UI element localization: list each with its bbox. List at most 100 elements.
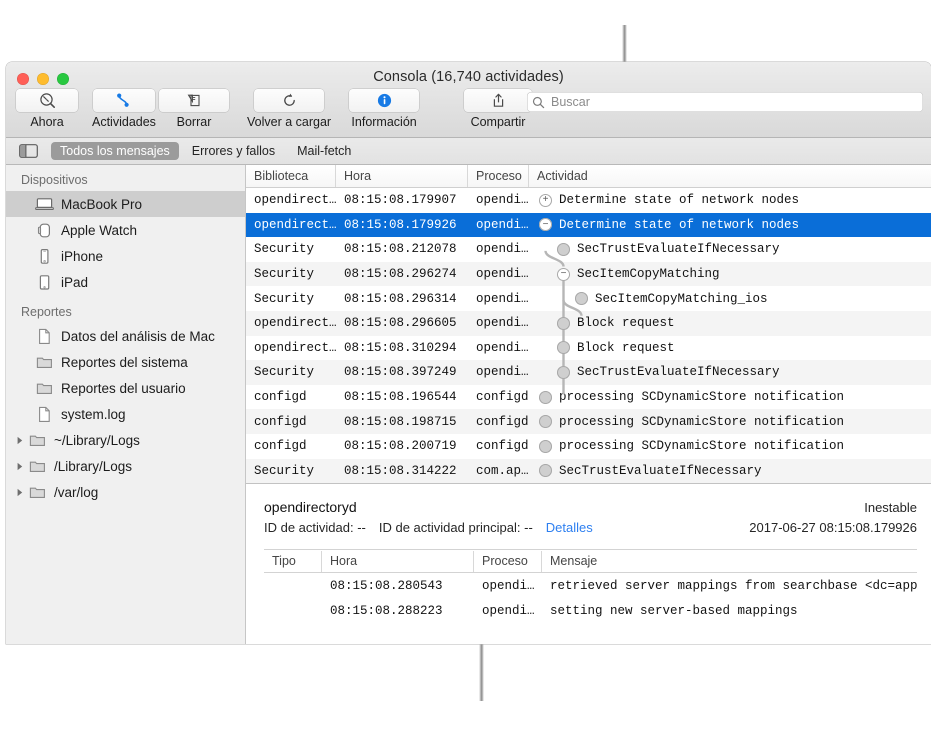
activity-node[interactable] (539, 390, 552, 404)
sidebar-item-apple-watch[interactable]: Apple Watch (6, 217, 245, 243)
cell-actividad: − SecItemCopyMatching (529, 262, 931, 287)
toolbar-item-borrar[interactable]: Borrar (159, 89, 229, 129)
chevron-right-icon[interactable] (14, 462, 25, 471)
expand-plus-icon[interactable]: + (539, 193, 552, 207)
table-row[interactable]: opendirect… 08:15:08.296605 opendi… Block r… (246, 310, 931, 336)
column-header-hora[interactable]: Hora (336, 165, 468, 187)
detail-table-row[interactable]: 08:15:08.280543 opendi… retrieved server m… (264, 573, 917, 598)
activity-dot-icon[interactable] (557, 316, 570, 330)
table-row[interactable]: Security 08:15:08.296274 opendi… − SecItemCo… (246, 261, 931, 287)
table-row[interactable]: opendirect… 08:15:08.310294 opendi… Block r… (246, 335, 931, 361)
activity-dot-icon[interactable] (539, 390, 552, 404)
search-input[interactable] (549, 94, 893, 110)
activity-dot-icon[interactable] (557, 242, 570, 256)
column-header-proceso[interactable]: Proceso (468, 165, 529, 187)
borrar-label: Borrar (176, 115, 212, 129)
activity-node[interactable] (539, 464, 552, 478)
activity-label: SecItemCopyMatching (577, 267, 720, 282)
chevron-right-icon[interactable] (14, 436, 25, 445)
activity-node[interactable] (539, 439, 552, 453)
table-row[interactable]: opendirect… 08:15:08.179907 opendi… + Determ… (246, 188, 931, 213)
window-title: Consola (16,740 actividades) (373, 69, 564, 85)
filter-tab-mail-fetch[interactable]: Mail-fetch (288, 142, 360, 160)
column-header-actividad[interactable]: Actividad (529, 165, 931, 187)
activity-node[interactable] (557, 365, 570, 379)
activity-label: processing SCDynamicStore notification (559, 439, 845, 454)
cell-biblioteca: configd (254, 414, 307, 429)
filter-tab-todos-los-mensajes[interactable]: Todos los mensajes (51, 142, 179, 160)
table-row[interactable]: Security 08:15:08.212078 opendi… SecTrustEv… (246, 237, 931, 262)
log-table-header: Biblioteca Hora Proceso Actividad (246, 165, 931, 188)
cell-proceso: opendi… (476, 316, 529, 331)
sidebar-item-macbook-pro[interactable]: MacBook Pro (6, 191, 245, 217)
informacion-button[interactable] (349, 89, 420, 112)
column-header-biblioteca[interactable]: Biblioteca (246, 165, 336, 187)
activity-dot-icon[interactable] (539, 464, 552, 478)
activity-node[interactable]: − (539, 218, 552, 232)
table-row[interactable]: opendirect… 08:15:08.179926 opendi… − Determ… (246, 212, 931, 238)
borrar-button[interactable] (159, 89, 229, 112)
activity-dot-icon[interactable] (539, 415, 552, 429)
cell-hora: 08:15:08.200719 (344, 439, 457, 454)
table-row[interactable]: Security 08:15:08.397249 opendi… SecTrustEv… (246, 360, 931, 385)
sidebar-item-system-log[interactable]: system.log (6, 401, 245, 427)
sidebar-item-library-logs[interactable]: /Library/Logs (6, 453, 245, 479)
sidebar-item-label: Reportes del sistema (61, 354, 188, 370)
cell-proceso: opendi… (476, 217, 529, 232)
document-icon (34, 328, 54, 345)
sidebar-toggle-button[interactable] (19, 144, 39, 159)
table-row[interactable]: configd 08:15:08.198715 configd processing … (246, 409, 931, 434)
activity-node[interactable] (539, 415, 552, 429)
sidebar-item-var-log[interactable]: /var/log (6, 479, 245, 505)
detail-column-header-mensaje[interactable]: Mensaje (542, 551, 917, 572)
compartir-button[interactable] (464, 89, 532, 112)
activity-dot-icon[interactable] (557, 341, 570, 355)
search-field-wrapper[interactable] (527, 92, 923, 112)
table-row[interactable]: configd 08:15:08.200719 configd processing … (246, 433, 931, 459)
sidebar-item-reportes-del-sistema[interactable]: Reportes del sistema (6, 349, 245, 375)
activity-dot-icon[interactable] (575, 292, 588, 306)
activity-node[interactable] (557, 316, 570, 330)
toolbar-item-ahora[interactable]: Ahora (16, 89, 78, 129)
toolbar-item-compartir[interactable]: Compartir (464, 89, 532, 129)
sidebar-item-user-library-logs[interactable]: ~/Library/Logs (6, 427, 245, 453)
cell-actividad: SecTrustEvaluateIfNecessary (529, 360, 931, 385)
detail-column-header-proceso[interactable]: Proceso (474, 550, 542, 572)
search-field[interactable] (527, 92, 923, 112)
chevron-right-icon[interactable] (14, 488, 25, 497)
collapse-minus-icon[interactable]: − (539, 218, 552, 232)
node-sign: − (560, 268, 567, 280)
activity-dot-icon[interactable] (557, 365, 570, 379)
activity-node[interactable] (557, 242, 570, 256)
activity-dot-icon[interactable] (539, 439, 552, 453)
recargar-button[interactable] (254, 89, 325, 112)
actividades-button[interactable] (92, 89, 155, 112)
table-row[interactable]: Security 08:15:08.296314 opendi… SecItemCop… (246, 286, 931, 311)
sidebar-item-iphone[interactable]: iPhone (6, 243, 245, 269)
sidebar-item-reportes-del-usuario[interactable]: Reportes del usuario (6, 375, 245, 401)
sidebar-item-label: Datos del análisis de Mac (61, 328, 215, 344)
detail-column-header-tipo[interactable]: Tipo (264, 550, 322, 572)
collapse-minus-icon[interactable]: − (557, 267, 570, 281)
detail-table-row[interactable]: 08:15:08.288223 opendi… setting new server… (264, 598, 917, 623)
detail-column-header-hora[interactable]: Hora (322, 550, 474, 572)
sidebar-item-ipad[interactable]: iPad (6, 269, 245, 295)
activity-node[interactable]: + (539, 193, 552, 207)
activity-node[interactable] (557, 341, 570, 355)
toolbar-item-actividades[interactable]: Actividades (92, 89, 156, 129)
activity-node[interactable]: − (557, 267, 570, 281)
cell-hora: 08:15:08.179926 (344, 217, 457, 232)
toolbar-item-recargar[interactable]: Volver a cargar (247, 89, 331, 129)
filter-tab-errores-y-fallos[interactable]: Errores y fallos (183, 142, 284, 160)
detail-cell-proceso: opendi… (482, 578, 535, 593)
sidebar-item-datos-analisis-mac[interactable]: Datos del análisis de Mac (6, 323, 245, 349)
cell-actividad: Block request (529, 336, 931, 361)
toolbar-item-informacion[interactable]: Información (349, 89, 420, 129)
ahora-button[interactable] (16, 89, 78, 112)
sidebar: Dispositivos MacBook Pro Apple Watch iPh… (6, 165, 246, 644)
detail-cell-hora: 08:15:08.288223 (330, 603, 443, 618)
table-row[interactable]: Security 08:15:08.314222 com.ap… SecTrustEv… (246, 458, 931, 484)
activity-node[interactable] (575, 292, 588, 306)
detalles-link[interactable]: Detalles (546, 520, 593, 535)
table-row[interactable]: configd 08:15:08.196544 configd processing … (246, 384, 931, 410)
